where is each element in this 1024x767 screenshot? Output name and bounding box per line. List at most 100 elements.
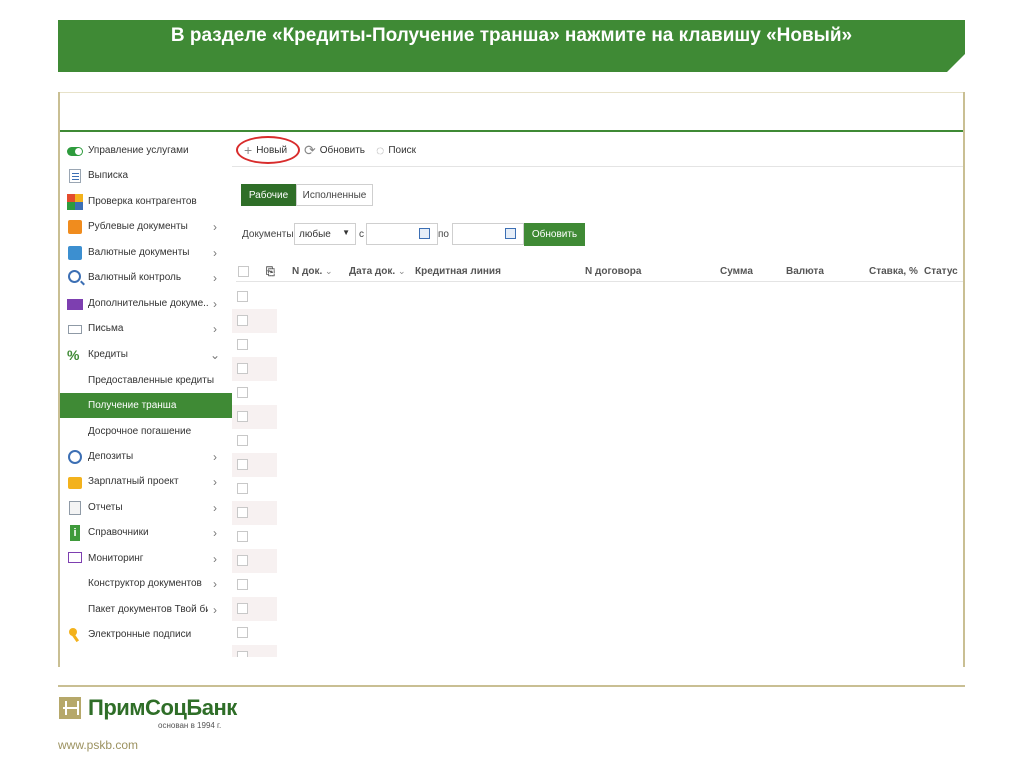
chevron-right-icon: ›: [213, 245, 217, 260]
column-doc-date[interactable]: Дата док. ⌄: [349, 266, 406, 277]
dropdown-arrow-icon: ▼: [342, 228, 350, 237]
sidebar-item-deposits[interactable]: Депозиты ›: [60, 444, 232, 469]
row-checkbox[interactable]: [237, 651, 248, 657]
sidebar-item-services[interactable]: Управление услугами: [60, 138, 232, 163]
row-checkbox[interactable]: [237, 339, 248, 350]
table-row: [232, 525, 277, 549]
table-row: [232, 429, 277, 453]
table-row: [232, 405, 277, 429]
column-credit-line[interactable]: Кредитная линия: [415, 266, 501, 277]
table-row: [232, 597, 277, 621]
table-row: [232, 621, 277, 645]
calendar-icon[interactable]: [419, 228, 430, 239]
sidebar-item-currency-control[interactable]: Валютный контроль ›: [60, 265, 232, 290]
ruble-document-icon: [67, 219, 83, 235]
sidebar-item-label: Письма: [88, 323, 124, 334]
percent-icon: %: [67, 346, 80, 363]
sidebar-item-ruble-documents[interactable]: Рублевые документы ›: [60, 214, 232, 239]
sidebar-item-label: Мониторинг: [88, 553, 144, 564]
bank-logo-name: ПримСоцБанк: [88, 695, 237, 720]
sidebar-item-reports[interactable]: Отчеты ›: [60, 495, 232, 520]
sidebar-item-monitoring[interactable]: Мониторинг ›: [60, 546, 232, 571]
chevron-right-icon: ›: [213, 321, 217, 336]
row-checkbox[interactable]: [237, 579, 248, 590]
bank-logo-mark: [59, 697, 81, 719]
wallet-icon: [67, 474, 83, 490]
row-checkbox[interactable]: [237, 363, 248, 374]
row-checkbox[interactable]: [237, 459, 248, 470]
chevron-right-icon: ›: [213, 219, 217, 234]
column-status[interactable]: Статус: [924, 266, 958, 277]
table-row: [232, 381, 277, 405]
frame-top-border: [58, 92, 965, 93]
row-checkbox[interactable]: [237, 315, 248, 326]
row-checkbox[interactable]: [237, 555, 248, 566]
search-button-label: Поиск: [388, 144, 417, 156]
sidebar-item-references[interactable]: i Справочники ›: [60, 520, 232, 545]
chevron-right-icon: ›: [213, 602, 217, 617]
refresh-icon: ⟳: [304, 141, 316, 158]
chevron-right-icon: ›: [213, 270, 217, 285]
title-banner: В разделе «Кредиты-Получение транша» наж…: [58, 20, 965, 72]
attachment-icon: ⎘: [266, 266, 275, 278]
column-currency[interactable]: Валюта: [786, 266, 824, 277]
tab-executed[interactable]: Исполненные: [296, 184, 373, 206]
tab-working[interactable]: Рабочие: [241, 184, 296, 206]
search-icon: ◌: [376, 142, 385, 158]
sidebar-item-label: Справочники: [88, 527, 149, 538]
column-doc-number[interactable]: N док. ⌄: [292, 266, 333, 277]
document-type-select[interactable]: любые ▼: [294, 223, 356, 245]
table-row: [232, 357, 277, 381]
row-checkbox[interactable]: [237, 627, 248, 638]
calendar-icon[interactable]: [505, 228, 516, 239]
column-contract-number[interactable]: N договора: [585, 266, 641, 277]
slide: В разделе «Кредиты-Получение транша» наж…: [0, 0, 1024, 767]
sidebar-item-label: Депозиты: [88, 451, 134, 462]
table-row: [232, 549, 277, 573]
row-checkbox[interactable]: [237, 483, 248, 494]
row-checkbox[interactable]: [237, 387, 248, 398]
sidebar-item-additional-documents[interactable]: Дополнительные докуме... ›: [60, 291, 232, 316]
toggle-icon: [67, 143, 83, 159]
chevron-right-icon: ›: [213, 296, 217, 311]
column-amount[interactable]: Сумма: [720, 266, 753, 277]
sidebar-item-credits[interactable]: % Кредиты ⌄: [60, 342, 232, 367]
app-top-line: [60, 130, 963, 132]
sidebar-item-label: Предоставленные кредиты: [88, 375, 215, 386]
sidebar-item-letters[interactable]: Письма ›: [60, 316, 232, 341]
row-checkbox[interactable]: [237, 531, 248, 542]
chevron-right-icon: ›: [213, 500, 217, 515]
date-from-label: с: [359, 229, 364, 240]
refresh-toolbar-button[interactable]: ⟳ Обновить: [304, 138, 365, 162]
select-all-checkbox[interactable]: [238, 266, 249, 277]
sidebar-item-signatures[interactable]: Электронные подписи: [60, 622, 232, 647]
row-checkbox[interactable]: [237, 291, 248, 302]
report-icon: [67, 500, 83, 516]
sidebar-item-tranche[interactable]: Получение транша: [60, 393, 232, 418]
filter-refresh-button[interactable]: Обновить: [524, 223, 585, 246]
search-button[interactable]: ◌ Поиск: [376, 138, 416, 162]
sidebar-item-document-constructor[interactable]: Конструктор документов ›: [60, 571, 232, 596]
sidebar-item-label: Дополнительные докуме...: [88, 298, 208, 309]
footer-divider: [58, 685, 965, 687]
sidebar-item-early-repayment[interactable]: Досрочное погашение: [60, 419, 232, 444]
refresh-toolbar-label: Обновить: [319, 144, 366, 156]
sidebar-item-provided-credits[interactable]: Предоставленные кредиты: [60, 368, 232, 393]
sidebar-item-label: Валютные документы: [88, 247, 190, 258]
sidebar-item-currency-documents[interactable]: Валютные документы ›: [60, 240, 232, 265]
banner-notch: [947, 54, 965, 72]
chevron-right-icon: ›: [213, 576, 217, 591]
sidebar-item-document-package[interactable]: Пакет документов Твой би... ›: [60, 597, 232, 622]
sidebar-item-statement[interactable]: Выписка: [60, 163, 232, 188]
chevron-down-icon: ⌄: [209, 347, 221, 362]
sidebar-item-salary-project[interactable]: Зарплатный проект ›: [60, 469, 232, 494]
column-rate[interactable]: Ставка, %: [869, 266, 918, 277]
row-checkbox[interactable]: [237, 435, 248, 446]
sidebar-item-counterparty-check[interactable]: Проверка контрагентов: [60, 189, 232, 214]
sidebar-item-label: Проверка контрагентов: [88, 196, 197, 207]
sort-icon: ⌄: [325, 266, 333, 276]
row-checkbox[interactable]: [237, 603, 248, 614]
table-row: [232, 453, 277, 477]
row-checkbox[interactable]: [237, 411, 248, 422]
row-checkbox[interactable]: [237, 507, 248, 518]
